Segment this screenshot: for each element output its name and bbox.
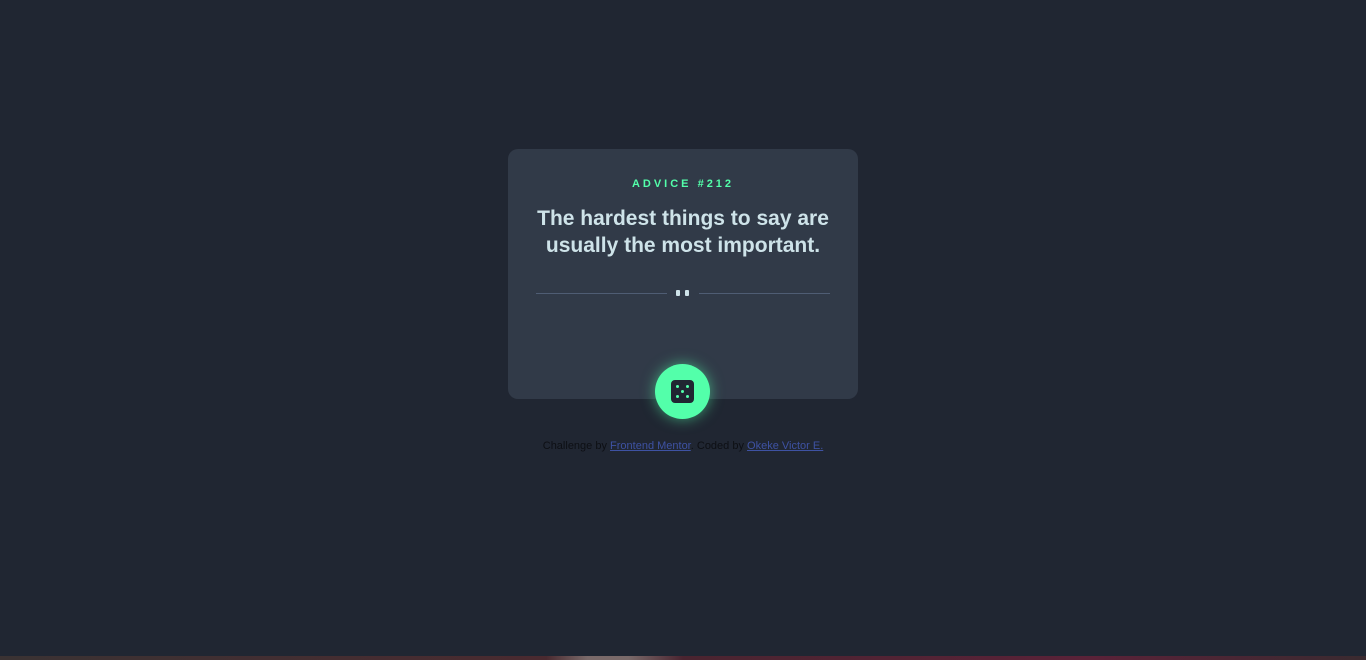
challenge-prefix: Challenge by (542, 440, 607, 452)
advice-id-label: ADVICE #212 (631, 178, 735, 190)
advice-quote: The hardest things to say are usually th… (537, 207, 829, 257)
divider-line-right (699, 293, 830, 294)
pattern-divider (536, 286, 830, 300)
divider-line-left (536, 293, 667, 294)
advice-card: ADVICE #212 The hardest things to say ar… (508, 149, 858, 399)
generate-advice-button[interactable] (655, 364, 710, 419)
author-link[interactable]: Okeke Victor E. (747, 440, 823, 452)
attribution-separator: . (690, 440, 694, 452)
bottom-strip (0, 656, 1366, 660)
attribution: Challenge by Frontend Mentor. Coded by O… (0, 440, 1366, 452)
page: ADVICE #212 The hardest things to say ar… (0, 0, 1366, 660)
coded-prefix: Coded by (696, 440, 744, 452)
frontend-mentor-link[interactable]: Frontend Mentor (610, 440, 691, 452)
pause-icon (676, 290, 690, 296)
dice-icon (671, 380, 694, 403)
